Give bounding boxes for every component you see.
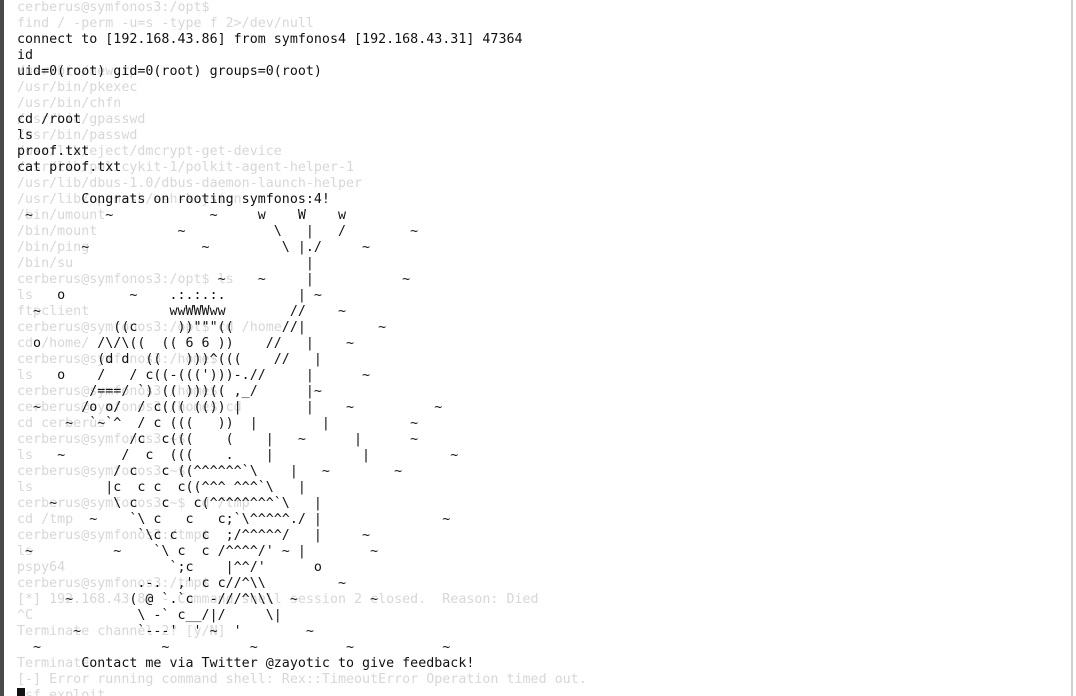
output-line: connect to [192.168.43.86] from symfonos… <box>17 32 523 47</box>
output-line: |c c c c((^^^ ^^^`\ | <box>17 480 306 495</box>
output-line: | <box>17 256 314 271</box>
output-line: Congrats on rooting symfonos:4! <box>17 192 330 207</box>
output-line: ~ ~ `\ c c /^^^^/' ~ | ~ <box>17 544 379 559</box>
output-line: ((c ))"""(( //| ~ <box>17 320 387 335</box>
text-cursor <box>17 688 25 696</box>
output-line: `\c c c ;/^^^^^/ | ~ <box>17 528 371 543</box>
output-line: Contact me via Twitter @zayotic to give … <box>17 656 475 671</box>
output-line: ~ ( @ `.`c -///^\\\ ~ ~ <box>17 592 379 607</box>
output-line: ~ ~ ~ w W w <box>17 208 346 223</box>
output-line: ~ ~ ~ ~ ~ <box>17 640 451 655</box>
output-line: proof.txt <box>17 144 90 159</box>
output-line: cat proof.txt <box>17 160 122 175</box>
output-line: cd /root <box>17 112 82 127</box>
output-line: \ -` c__/|/ \| <box>17 608 282 623</box>
output-line: (d d (( )))^((( // | <box>17 352 322 367</box>
output-line: o / / c((-(((')))-.// | ~ <box>17 368 371 383</box>
output-line: /c c((( ( | ~ | ~ <box>17 432 419 447</box>
output-line: ~ `~`^ / c ((( )) | | ~ <box>17 416 419 431</box>
output-line: o /\/\(( (( 6 6 )) // | ~ <box>17 336 355 351</box>
output-line: ~ /o o/ / c((( (()) | | ~ ~ <box>17 400 443 415</box>
terminal-viewport[interactable]: cerberus@symfonos3:/opt$ find / -perm -u… <box>17 0 1067 696</box>
output-line: id <box>17 48 34 63</box>
output-line: / c c ((^^^^^^`\ | ~ ~ <box>17 464 403 479</box>
output-line: ~ \ | / ~ <box>17 224 419 239</box>
scrollbar-track[interactable] <box>1071 0 1073 696</box>
output-line: ~ `---' ' ~ ' ~ <box>17 624 314 639</box>
window-left-edge <box>0 0 4 696</box>
terminal-output: connect to [192.168.43.86] from symfonos… <box>17 0 523 696</box>
output-line: ~ ~ \ |./ ~ <box>17 240 371 255</box>
output-line: ~ `\ c c c;`\^^^^^./ | ~ <box>17 512 451 527</box>
output-line: .-. ,' c c//^\\ ~ <box>17 576 346 591</box>
output-line: ~ / c ((( . | | ~ <box>17 448 459 463</box>
output-line: /===/ `) (( )))(( ,_/ |~ <box>17 384 322 399</box>
output-line: ls <box>17 128 34 143</box>
output-line: ~ wwWWWww // ~ <box>17 304 346 319</box>
terminal-window[interactable]: cerberus@symfonos3:/opt$ find / -perm -u… <box>0 0 1076 696</box>
output-line: o ~ .:.:.:. | ~ <box>17 288 322 303</box>
output-line: ~ \ c c c(^^^^^^^^`\ | <box>17 496 322 511</box>
output-line: ~ ~ | ~ <box>17 272 411 287</box>
output-line: uid=0(root) gid=0(root) groups=0(root) <box>17 64 322 79</box>
output-line: `;c |^^/' o <box>17 560 322 575</box>
